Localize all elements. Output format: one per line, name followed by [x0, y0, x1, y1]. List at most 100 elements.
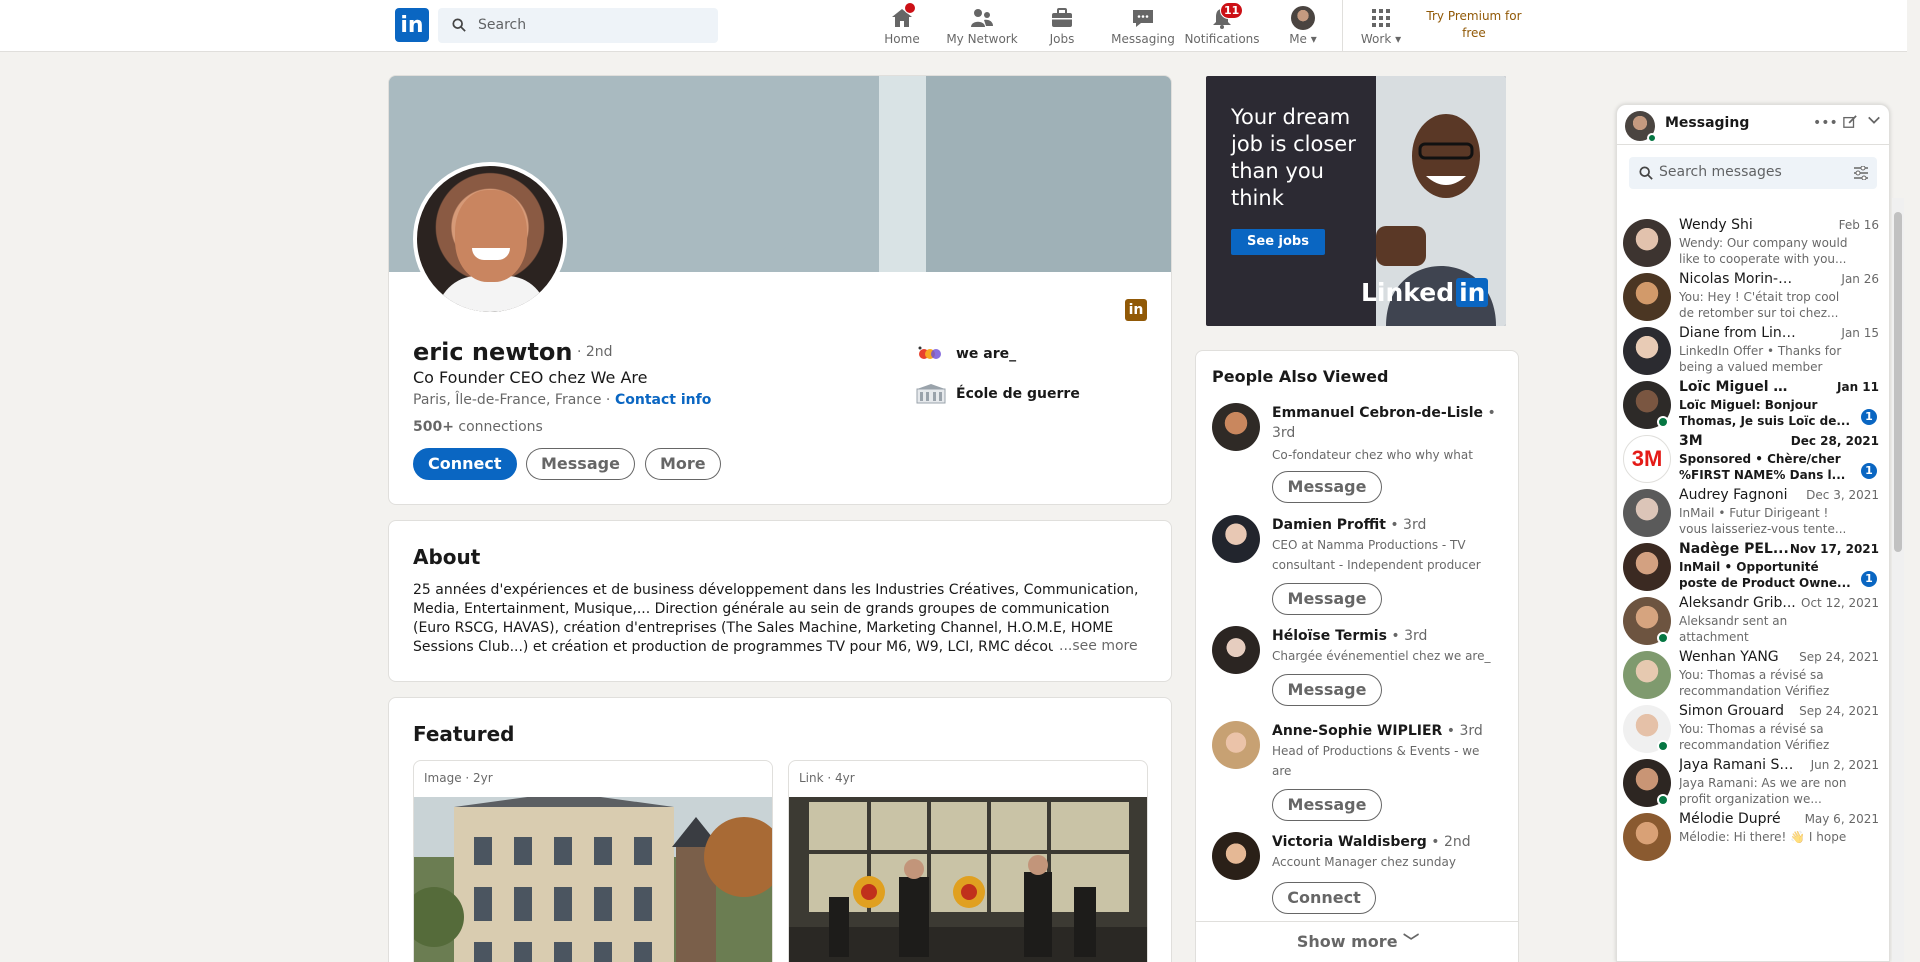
profile-photo[interactable] [413, 162, 567, 316]
conversation-snippet: Sponsored • Chère/cher %FIRST NAME% Dans… [1679, 452, 1846, 482]
message-button[interactable]: Message [1272, 583, 1382, 615]
profile-location: Paris, Île-de-France, France · [413, 392, 611, 408]
conversation-item[interactable]: Wendy Shi Feb 16 Wendy: Our company would … [1617, 215, 1879, 269]
more-button[interactable]: More [645, 448, 721, 480]
person-avatar [1212, 626, 1260, 674]
show-more-button[interactable]: Show more ﹀ [1196, 921, 1518, 961]
people-icon [970, 6, 994, 30]
nav-notifications[interactable]: 11 Notifications [1184, 2, 1260, 50]
messaging-panel: Messaging ••• Search messages Wendy Shi F… [1616, 104, 1890, 962]
linkedin-logo[interactable]: in [395, 8, 429, 42]
pav-title: People Also Viewed [1212, 367, 1389, 386]
search-messages-input[interactable]: Search messages [1629, 157, 1877, 189]
message-button[interactable]: Message [526, 448, 635, 480]
conversation-item[interactable]: Wenhan YANG Sep 24, 2021 You: Thomas a rév… [1617, 647, 1879, 701]
message-button[interactable]: Message [1272, 674, 1382, 706]
chevron-down-icon: ▾ [1310, 32, 1317, 46]
conversation-item[interactable]: Loïc Miguel NAVA... Jan 11 Loïc Miguel: Bo… [1617, 377, 1879, 431]
conversation-item[interactable]: Aleksandr Grib... Oct 12, 2021 Aleksandr s… [1617, 593, 1879, 647]
search-icon [1639, 166, 1653, 180]
connections-count[interactable]: 500+ connections [413, 419, 543, 435]
conversation-item[interactable]: Nadège PEL... Nov 17, 2021 InMail • Opport… [1617, 539, 1879, 593]
conversation-item[interactable]: Jaya Ramani Sa... Jun 2, 2021 Jaya Ramani:… [1617, 755, 1879, 809]
building-photo [414, 797, 772, 962]
conversation-item[interactable]: Mélodie Dupré May 6, 2021 Mélodie: Hi ther… [1617, 809, 1879, 863]
we-are-logo-icon [918, 346, 941, 359]
conversation-item[interactable]: Diane from LinkedIn ... Jan 15 LinkedIn Of… [1617, 323, 1879, 377]
conversation-date: Jan 26 [1841, 272, 1879, 286]
see-more-link[interactable]: ...see more [1053, 638, 1138, 654]
conversation-snippet: LinkedIn Offer • Thanks for being a valu… [1679, 344, 1842, 374]
people-also-viewed-card: People Also Viewed Emmanuel Cebron-de-Li… [1195, 350, 1519, 962]
featured-card: Featured Image · 2yr Link · 4yr [388, 697, 1172, 962]
messaging-header[interactable]: Messaging ••• [1617, 105, 1889, 145]
conversation-name: Jaya Ramani Sa... [1679, 757, 1797, 773]
nav-home[interactable]: Home [880, 2, 924, 50]
filter-icon[interactable] [1853, 166, 1869, 180]
contact-info-link[interactable]: Contact info [615, 392, 711, 408]
conversation-date: Dec 3, 2021 [1806, 488, 1879, 502]
conversation-item[interactable]: Simon Grouard Sep 24, 2021 You: Thomas a r… [1617, 701, 1879, 755]
conversation-snippet: Mélodie: Hi there! 👋 I hope [1679, 830, 1847, 844]
home-dot-badge [904, 2, 916, 14]
search-icon [452, 18, 466, 32]
conversation-snippet: Wendy: Our company would like to coopera… [1679, 236, 1848, 266]
connect-button[interactable]: Connect [413, 448, 517, 480]
message-button[interactable]: Message [1272, 789, 1382, 821]
about-text: 25 années d'expériences et de business d… [413, 582, 1139, 655]
conversation-date: Sep 24, 2021 [1799, 650, 1879, 664]
conversation-name: Mélodie Dupré [1679, 811, 1781, 827]
jobs-ad[interactable]: Your dream job is closer than you think … [1206, 76, 1506, 326]
conversation-name: Audrey Fagnoni [1679, 487, 1788, 503]
message-button[interactable]: Message [1272, 471, 1382, 503]
nav-work[interactable]: Work ▾ [1356, 4, 1406, 50]
conversation-name: Simon Grouard [1679, 703, 1785, 719]
conversation-date: Jan 15 [1841, 326, 1879, 340]
nav-messaging[interactable]: Messaging [1110, 4, 1176, 50]
online-status-dot [1657, 740, 1669, 752]
nav-my-network[interactable]: My Network [944, 4, 1020, 50]
conversation-date: Sep 24, 2021 [1799, 704, 1879, 718]
conversation-snippet: You: Hey ! C'était trop cool de retomber… [1679, 290, 1840, 320]
messaging-title: Messaging [1665, 115, 1750, 131]
chevron-down-icon[interactable] [1867, 113, 1881, 131]
briefcase-icon [1050, 6, 1074, 30]
connect-button[interactable]: Connect [1272, 882, 1376, 914]
conversation-date: May 6, 2021 [1804, 812, 1879, 826]
online-status-dot [1657, 416, 1669, 428]
conversation-date: Jun 2, 2021 [1810, 758, 1879, 772]
top-nav: in Search Home My Network Jobs Messaging… [0, 0, 1907, 52]
person-avatar [1212, 832, 1260, 880]
conversation-avatar [1623, 651, 1671, 699]
profile-name: eric newton [413, 338, 573, 366]
nav-jobs[interactable]: Jobs [1040, 4, 1084, 50]
conversation-name: Aleksandr Grib... [1679, 595, 1796, 611]
more-options-icon[interactable]: ••• [1813, 115, 1838, 131]
unread-count-badge: 1 [1861, 409, 1877, 425]
featured-title: Featured [413, 722, 515, 746]
see-jobs-button[interactable]: See jobs [1231, 229, 1325, 255]
conversation-item[interactable]: Audrey Fagnoni Dec 3, 2021 InMail • Futur … [1617, 485, 1879, 539]
conversation-name: Wendy Shi [1679, 217, 1753, 233]
person-avatar [1212, 403, 1260, 451]
conversation-item[interactable]: 3M 3M Dec 28, 2021 Sponsored • Chère/cher %… [1617, 431, 1879, 485]
compose-icon[interactable] [1843, 115, 1857, 133]
search-input[interactable]: Search [438, 8, 718, 43]
messaging-scrollbar[interactable] [1892, 198, 1904, 962]
featured-item[interactable]: Image · 2yr [413, 760, 773, 962]
me-avatar [1291, 6, 1315, 30]
conversation-item[interactable]: Nicolas Morin-Forest Jan 26You: Hey ! C'é… [1617, 269, 1879, 323]
conversation-snippet: Aleksandr sent an attachment [1679, 614, 1788, 644]
grid-icon [1369, 6, 1393, 30]
try-premium-link[interactable]: Try Premium for free [1418, 8, 1530, 42]
person-avatar [1212, 721, 1260, 769]
conversation-snippet: You: Thomas a révisé sa recommandation V… [1679, 722, 1830, 752]
connection-degree: · 2nd [577, 344, 613, 360]
featured-item-type: Image · 2yr [424, 771, 493, 785]
linkedin-badge-icon: in [1125, 299, 1147, 321]
featured-item[interactable]: Link · 4yr [788, 760, 1148, 962]
nav-me[interactable]: Me ▾ [1280, 4, 1326, 50]
conversation-name: Loïc Miguel NAVA... [1679, 379, 1797, 395]
nav-divider [1342, 0, 1343, 52]
concert-photo [789, 797, 1147, 962]
